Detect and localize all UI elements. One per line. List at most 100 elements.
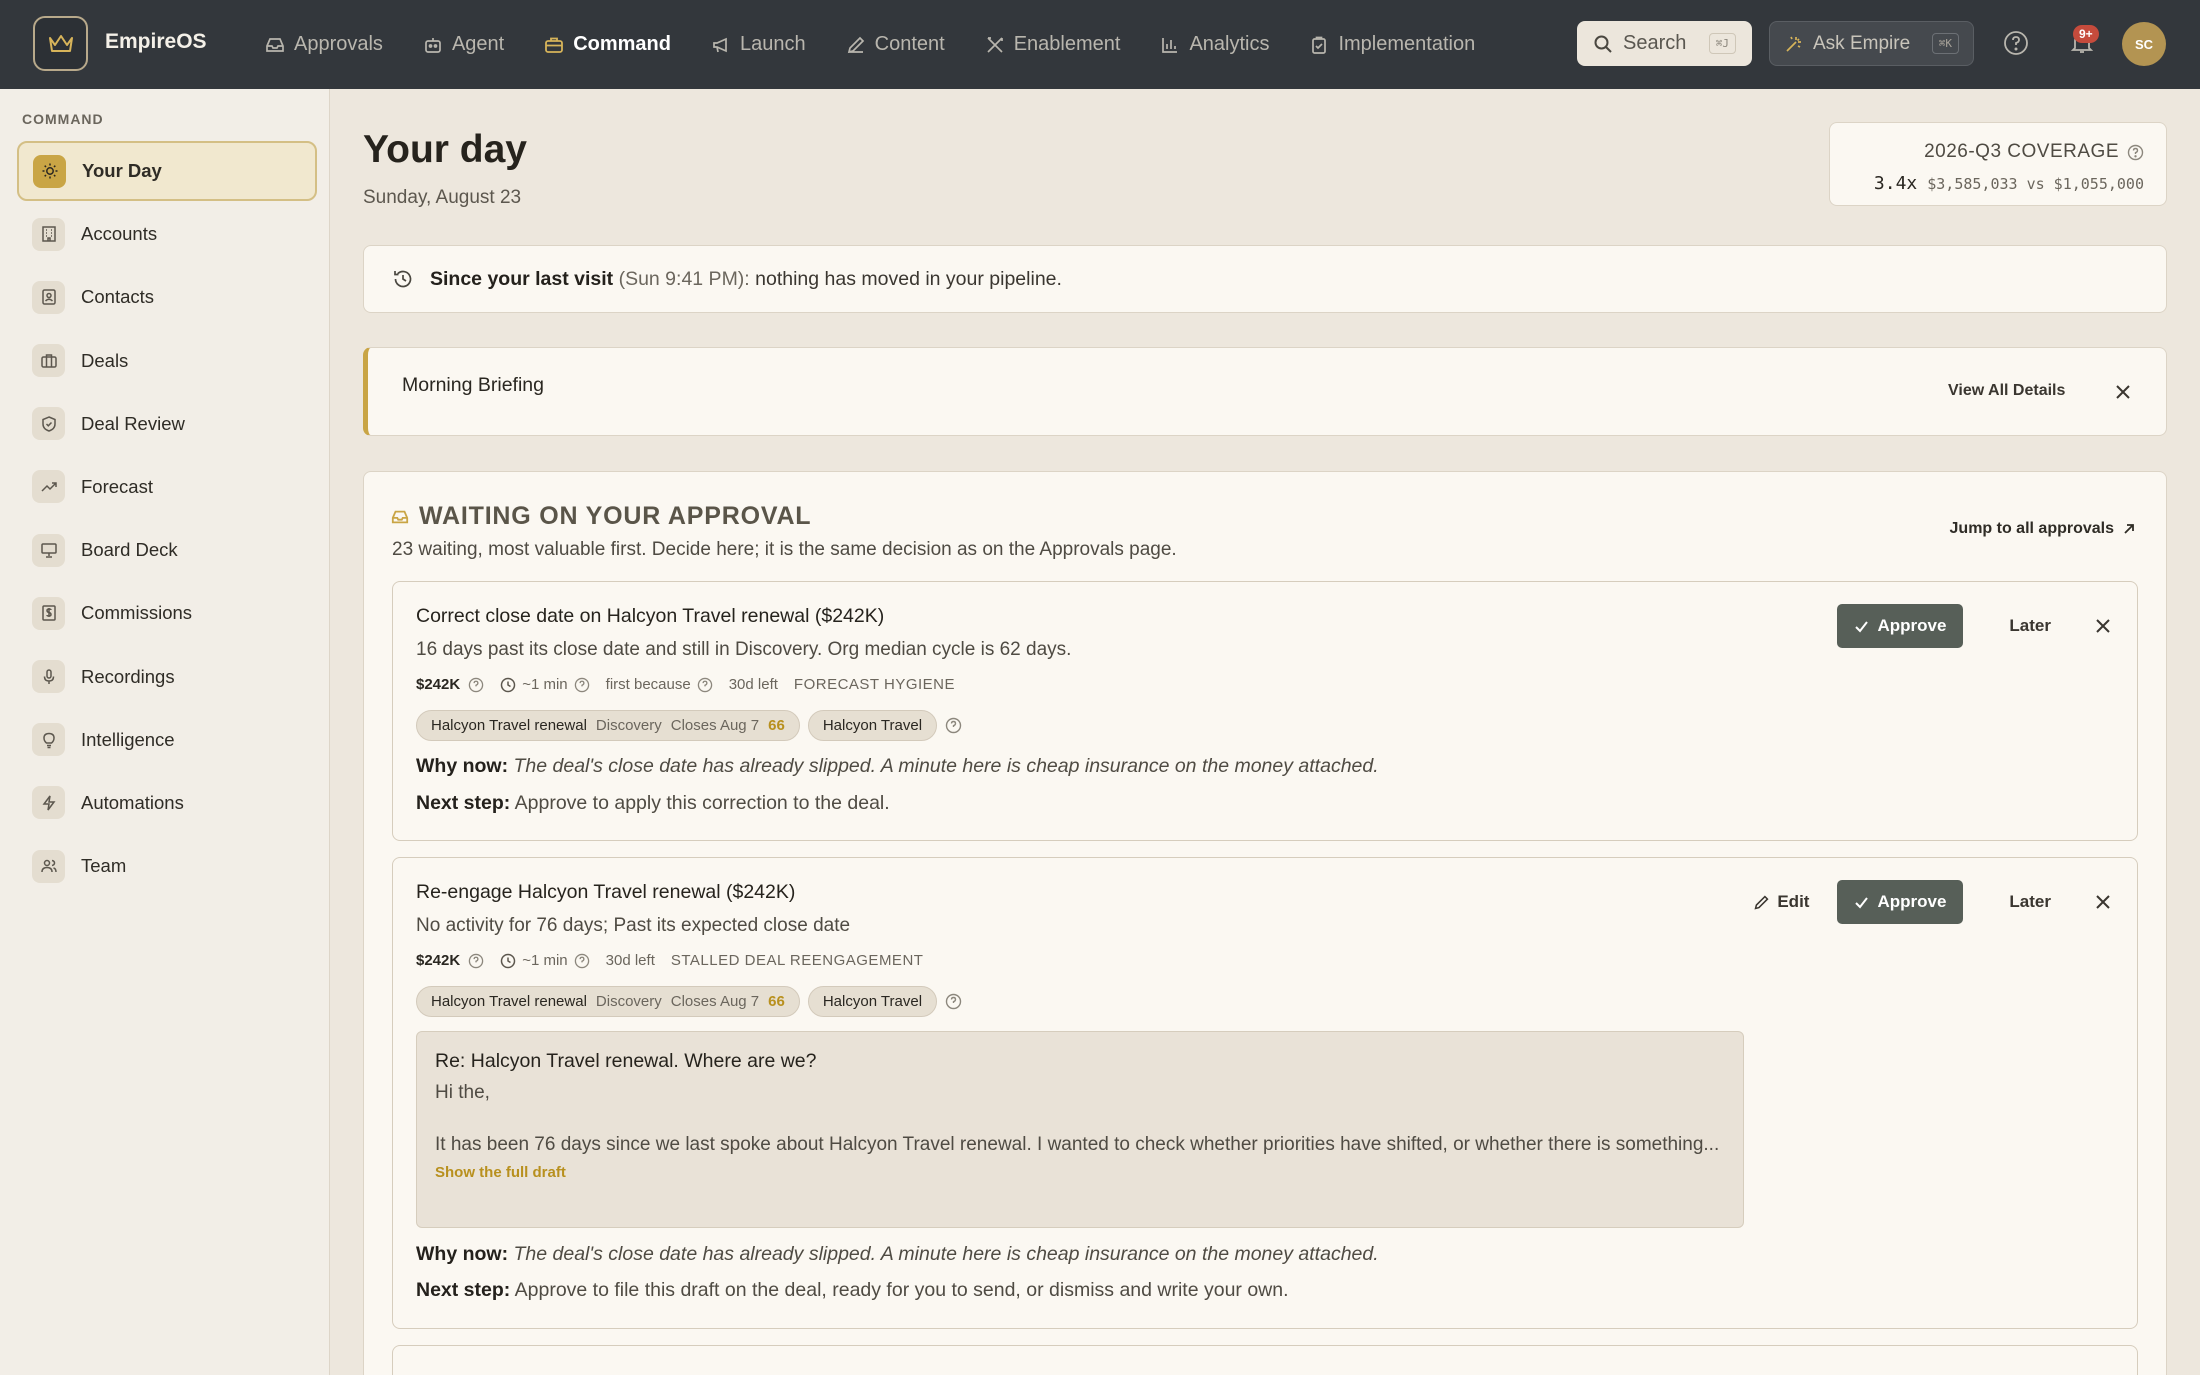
approval-title[interactable]: Correct close date on Halcyon Travel ren… (416, 605, 884, 628)
help-icon[interactable] (2003, 30, 2029, 56)
nav-approvals[interactable]: Approvals (245, 0, 403, 89)
avatar[interactable]: SC (2122, 22, 2166, 66)
deal-chip[interactable]: Halcyon Travel renewal Discovery Closes … (416, 986, 800, 1017)
sidebar-item-board-deck[interactable]: Board Deck (17, 520, 317, 580)
approval-meta: $242K ~1 min first because 30d left FORE… (416, 676, 955, 693)
deal-chip[interactable]: Halcyon Travel renewal Discovery Closes … (416, 710, 800, 741)
account-chip[interactable]: Halcyon Travel (807, 710, 938, 741)
sidebar-item-deals[interactable]: Deals (17, 331, 317, 391)
shield-check-icon (32, 407, 65, 441)
coverage-label: 2026-Q3 COVERAGE (1924, 141, 2119, 162)
later-button[interactable]: Later (2009, 616, 2051, 636)
help-icon[interactable] (945, 717, 962, 734)
microphone-icon (32, 660, 65, 693)
sidebar-item-contacts[interactable]: Contacts (17, 267, 317, 327)
sidebar-item-label: Your Day (82, 160, 162, 181)
help-icon[interactable] (2127, 144, 2144, 161)
view-all-details-link[interactable]: View All Details (1948, 382, 2065, 400)
ask-empire-button[interactable]: Ask Empire ⌘K (1769, 21, 1974, 66)
sidebar-item-label: Contacts (81, 286, 155, 308)
approval-title[interactable]: Re-engage Halcyon Travel renewal ($242K) (416, 881, 795, 904)
notification-badge: 9+ (2073, 25, 2099, 43)
edit-button[interactable]: Edit (1753, 892, 1809, 912)
dismiss-close-icon[interactable] (2095, 894, 2111, 910)
briefing-title[interactable]: Morning Briefing (402, 374, 544, 397)
brand-name[interactable]: EmpireOS (105, 30, 207, 54)
nav-agent[interactable]: Agent (403, 0, 524, 89)
crown-logo-icon[interactable] (33, 16, 88, 71)
approve-button[interactable]: Approve (1837, 880, 1964, 924)
help-icon[interactable] (945, 993, 962, 1010)
deal-chip-score: 66 (768, 993, 785, 1010)
nav-enablement[interactable]: Enablement (965, 0, 1141, 89)
help-icon[interactable] (697, 677, 713, 693)
sidebar-item-intelligence[interactable]: Intelligence (17, 710, 317, 770)
trend-up-icon (32, 470, 65, 504)
sidebar-item-automations[interactable]: Automations (17, 773, 317, 833)
jump-to-approvals-link[interactable]: Jump to all approvals (1950, 520, 2136, 538)
draft-subject: Re: Halcyon Travel renewal. Where are we… (435, 1050, 817, 1072)
nav-label: Analytics (1189, 33, 1270, 55)
close-icon[interactable] (2115, 384, 2131, 400)
nav-analytics[interactable]: Analytics (1140, 0, 1289, 89)
main-nav: Approvals Agent Command Launch Content E… (245, 0, 1495, 89)
inbox-icon (266, 37, 284, 52)
next-step-text: Approve to file this draft on the deal, … (514, 1279, 1289, 1301)
nav-implementation[interactable]: Implementation (1289, 0, 1495, 89)
inbox-icon (391, 510, 409, 523)
contact-card-icon (32, 280, 65, 314)
sidebar-item-team[interactable]: Team (17, 836, 317, 896)
sidebar-item-label: Intelligence (81, 728, 175, 750)
sidebar-item-accounts[interactable]: Accounts (17, 204, 317, 264)
account-chip-name: Halcyon Travel (822, 717, 923, 734)
lightbulb-icon (32, 723, 65, 757)
clock-icon (500, 953, 516, 968)
approval-days-left: 30d left (728, 676, 778, 693)
next-step-line: Next step: Approve to apply this correct… (416, 792, 890, 815)
sidebar-item-label: Automations (81, 791, 184, 813)
deal-chip-closes: Closes Aug 7 (670, 993, 760, 1010)
nav-label: Implementation (1338, 33, 1476, 55)
help-icon[interactable] (574, 953, 590, 969)
nav-content[interactable]: Content (826, 0, 965, 89)
coverage-card[interactable]: 2026-Q3 COVERAGE 3.4x $3,585,033 vs $1,0… (1829, 122, 2167, 206)
later-button[interactable]: Later (2009, 892, 2051, 912)
show-full-draft-link[interactable]: Show the full draft (435, 1164, 1725, 1181)
since-message: nothing has moved in your pipeline. (755, 267, 1062, 290)
robot-icon (425, 37, 441, 53)
coverage-ratio: 3.4x (1873, 173, 1918, 194)
approval-actions: Approve Later (1837, 604, 2111, 648)
nav-label: Approvals (294, 33, 383, 55)
help-icon[interactable] (468, 677, 484, 693)
sidebar-item-label: Team (81, 855, 127, 877)
search-button[interactable]: Search ⌘J (1577, 21, 1752, 66)
approval-item-next (392, 1345, 2138, 1375)
deal-chip-closes: Closes Aug 7 (670, 717, 760, 734)
sidebar-item-recordings[interactable]: Recordings (17, 647, 317, 707)
page-date: Sunday, August 23 (363, 187, 522, 208)
nav-launch[interactable]: Launch (691, 0, 826, 89)
since-text: Since your last visit (Sun 9:41 PM): not… (430, 268, 1062, 291)
page-title: Your day (363, 128, 527, 171)
approval-chips: Halcyon Travel renewal Discovery Closes … (416, 986, 962, 1017)
check-icon (1855, 620, 1869, 633)
approval-amount-group: $242K (416, 952, 484, 969)
approval-first-because: first because (605, 676, 691, 693)
sidebar-item-deal-review[interactable]: Deal Review (17, 394, 317, 454)
account-chip[interactable]: Halcyon Travel (807, 986, 938, 1017)
sidebar-item-your-day[interactable]: Your Day (17, 141, 317, 201)
nav-label: Enablement (1013, 33, 1121, 55)
nav-command[interactable]: Command (524, 0, 691, 89)
nav-label: Agent (451, 33, 505, 55)
approve-button[interactable]: Approve (1837, 604, 1964, 648)
dismiss-close-icon[interactable] (2095, 618, 2111, 634)
bolt-icon (32, 786, 65, 820)
help-icon[interactable] (574, 677, 590, 693)
clipboard-icon (1312, 36, 1327, 54)
sidebar-item-forecast[interactable]: Forecast (17, 457, 317, 517)
next-step-line: Next step: Approve to file this draft on… (416, 1279, 1289, 1302)
approvals-heading: WAITING ON YOUR APPROVAL (391, 502, 811, 531)
why-now-label: Why now: (416, 1243, 509, 1265)
help-icon[interactable] (468, 953, 484, 969)
sidebar-item-commissions[interactable]: Commissions (17, 583, 317, 643)
